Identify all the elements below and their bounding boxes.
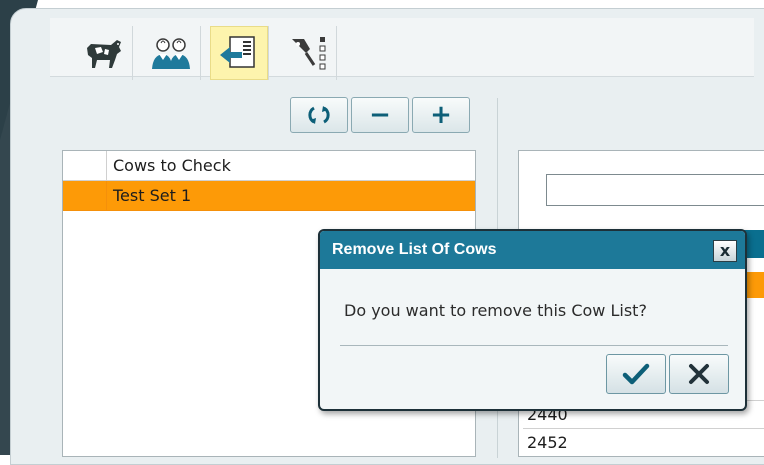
dialog-buttons	[603, 354, 729, 394]
people-icon	[152, 38, 190, 69]
dialog-close-button[interactable]: x	[713, 240, 737, 262]
refresh-icon	[308, 106, 330, 124]
toolbar-tags-button[interactable]	[278, 26, 337, 80]
toolbar-lists-button[interactable]	[210, 26, 269, 80]
dialog-title: Remove List Of Cows	[332, 241, 497, 258]
list-item[interactable]: Cows to Check	[63, 151, 475, 181]
list-item-selected[interactable]: Test Set 1	[63, 181, 475, 211]
import-list-icon	[220, 36, 255, 68]
close-icon: x	[719, 241, 731, 260]
tag-tool-icon	[292, 37, 326, 70]
add-list-button[interactable]: +	[412, 97, 470, 133]
cow-number: 2452	[527, 433, 568, 452]
grid-header	[744, 230, 764, 258]
grid-selected-row[interactable]	[744, 272, 764, 298]
minus-icon: −	[369, 100, 391, 130]
toolbar-people-button[interactable]	[142, 26, 201, 80]
remove-list-button[interactable]: −	[351, 97, 409, 133]
search-input[interactable]	[546, 174, 764, 206]
cancel-button[interactable]	[669, 354, 729, 394]
table-row[interactable]: 2452	[523, 428, 764, 457]
row-indicator-cell	[63, 151, 107, 180]
dialog-message: Do you want to remove this Cow List?	[344, 301, 647, 320]
x-icon	[689, 364, 709, 384]
confirm-button[interactable]	[606, 354, 666, 394]
dialog-title-bar: Remove List Of Cows x	[320, 231, 745, 269]
list-item-label: Cows to Check	[113, 156, 231, 175]
remove-list-dialog: Remove List Of Cows x Do you want to rem…	[318, 229, 747, 411]
row-indicator-cell	[63, 181, 107, 210]
dialog-divider	[340, 345, 728, 346]
refresh-button[interactable]	[290, 97, 348, 133]
list-item-label: Test Set 1	[113, 186, 192, 205]
checkmark-icon	[622, 363, 650, 385]
plus-icon: +	[430, 100, 452, 130]
cow-icon	[87, 40, 121, 68]
list-action-buttons: − +	[290, 97, 473, 133]
toolbar-cows-button[interactable]	[74, 26, 133, 80]
main-toolbar	[50, 18, 754, 80]
